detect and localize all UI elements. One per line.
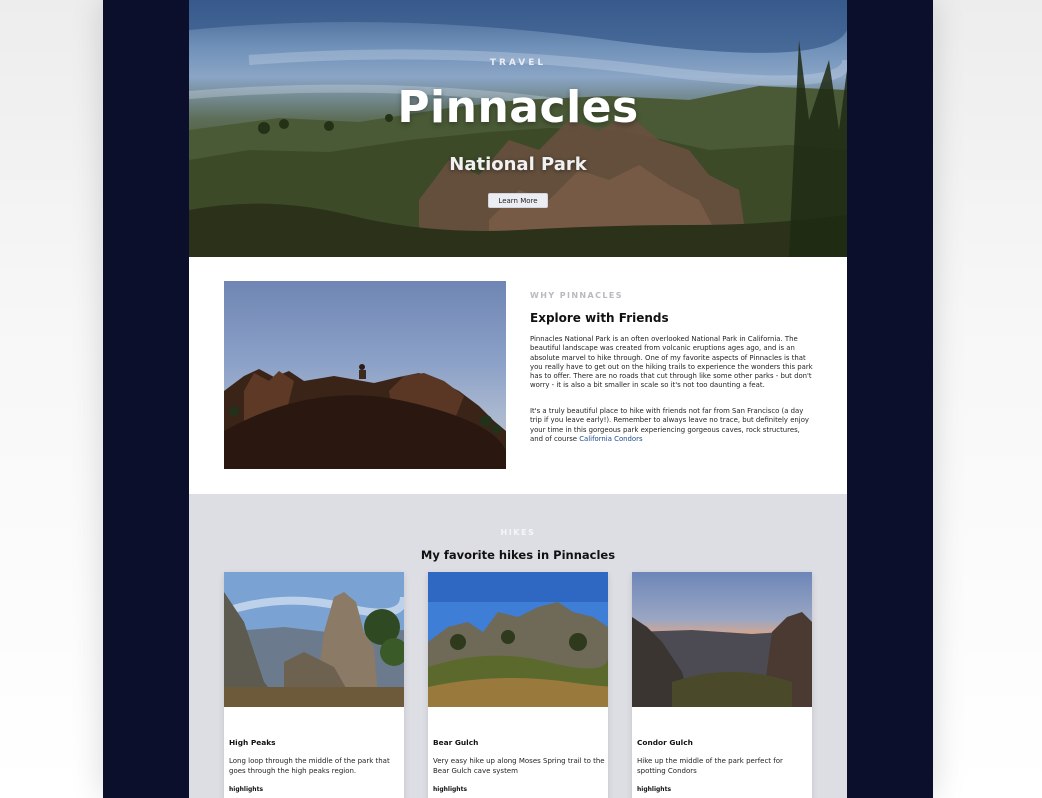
california-condors-link[interactable]: California Condors bbox=[579, 435, 642, 443]
hike-card-highlights-label: highlights bbox=[637, 786, 672, 793]
why-paragraph-2-text: It's a truly beautiful place to hike wit… bbox=[530, 407, 810, 443]
hike-card-highlights-label: highlights bbox=[229, 786, 264, 793]
hero-title: Pinnacles bbox=[397, 82, 639, 133]
hikes-section: HIKES My favorite hikes in Pinnacles Hig… bbox=[189, 494, 847, 798]
hero-subtitle: National Park bbox=[449, 154, 587, 175]
hike-card-description: Long loop through the middle of the park… bbox=[229, 757, 390, 775]
high-peaks-photo bbox=[224, 572, 404, 707]
page: TRAVEL Pinnacles National Park Learn Mor… bbox=[189, 0, 847, 798]
bear-gulch-photo bbox=[428, 572, 608, 707]
condor-gulch-photo bbox=[632, 572, 812, 707]
why-section: WHY PINNACLES Explore with Friends Pinna… bbox=[189, 257, 847, 494]
hikes-heading: My favorite hikes in Pinnacles bbox=[420, 548, 616, 562]
hike-card-description: Very easy hike up along Moses Spring tra… bbox=[433, 757, 605, 775]
hike-card-highlights-label: highlights bbox=[433, 786, 468, 793]
why-heading: Explore with Friends bbox=[530, 311, 669, 325]
learn-more-button[interactable]: Learn More bbox=[488, 193, 548, 208]
hike-card-title: High Peaks bbox=[229, 738, 276, 747]
hikes-eyebrow: HIKES bbox=[500, 528, 536, 537]
hike-card-description: Hike up the middle of the park perfect f… bbox=[637, 757, 783, 775]
why-paragraph-1: Pinnacles National Park is an often over… bbox=[530, 335, 813, 390]
hike-card-bear-gulch[interactable]: Bear Gulch Very easy hike up along Moses… bbox=[428, 572, 608, 798]
hike-card-condor-gulch[interactable]: Condor Gulch Hike up the middle of the p… bbox=[632, 572, 812, 798]
friends-hike-photo bbox=[224, 281, 506, 469]
hike-card-title: Condor Gulch bbox=[637, 738, 693, 747]
why-paragraph-2: It's a truly beautiful place to hike wit… bbox=[530, 407, 813, 444]
why-eyebrow: WHY PINNACLES bbox=[530, 291, 623, 300]
hero-section: TRAVEL Pinnacles National Park Learn Mor… bbox=[189, 0, 847, 257]
hero-eyebrow: TRAVEL bbox=[489, 58, 547, 68]
hike-card-title: Bear Gulch bbox=[433, 738, 479, 747]
hike-card-high-peaks[interactable]: High Peaks Long loop through the middle … bbox=[224, 572, 404, 798]
